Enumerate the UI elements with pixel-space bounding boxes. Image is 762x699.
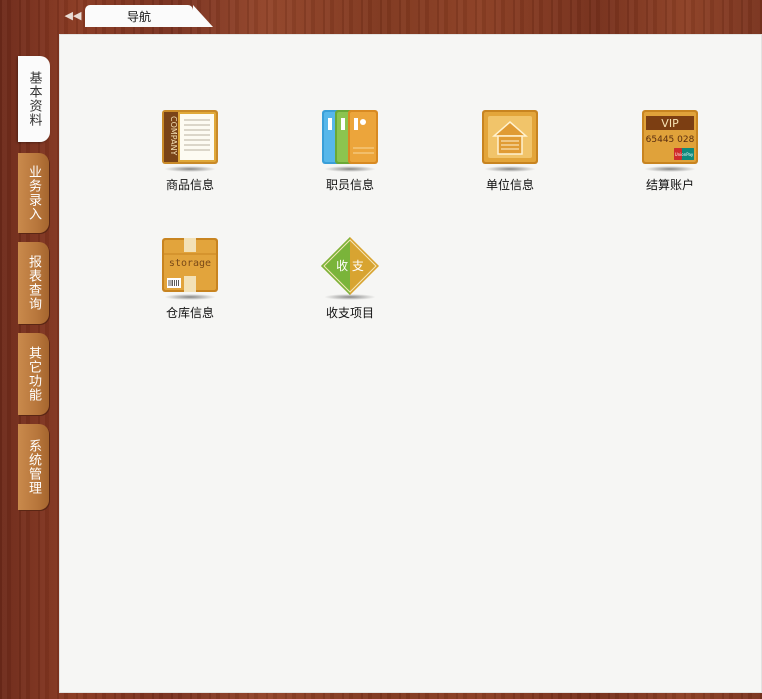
svg-text:65445 028: 65445 028 [646, 135, 695, 145]
svg-text:storage: storage [169, 258, 211, 269]
tile-goods-info[interactable]: COMPANY 商品信息 [140, 108, 240, 193]
tile-label: 收支项目 [325, 306, 374, 320]
side-tab-other-functions[interactable]: 其它功能 [18, 333, 49, 415]
svg-text:VIP: VIP [661, 117, 679, 130]
company-book-icon: COMPANY [162, 110, 218, 164]
svg-text:收 支: 收 支 [336, 259, 364, 273]
tile-label: 职员信息 [325, 178, 374, 192]
storage-box-icon: storage [162, 238, 218, 292]
tile-label: 仓库信息 [165, 306, 214, 320]
side-tab-label: 业务录入 [26, 165, 41, 221]
tile-income-expense[interactable]: 收 支 收支项目 [300, 236, 400, 321]
tile-label: 结算账户 [645, 178, 694, 192]
income-expense-diamond-icon: 收 支 [321, 237, 379, 295]
tab-navigation[interactable]: 导航 [85, 5, 213, 27]
svg-text:COMPANY: COMPANY [169, 116, 178, 156]
staff-cards-icon [322, 110, 378, 164]
vip-card-icon: VIP 65445 028 UnionPay [642, 110, 698, 164]
tile-warehouse-info[interactable]: storage 仓库信息 [140, 236, 240, 321]
side-tab-label: 报表查询 [26, 255, 41, 311]
side-tab-system-management[interactable]: 系统管理 [18, 424, 49, 510]
tile-label: 商品信息 [165, 178, 214, 192]
side-tab-basic-data[interactable]: 基本资料 [18, 56, 50, 142]
side-tab-business-entry[interactable]: 业务录入 [18, 153, 49, 233]
tile-label: 单位信息 [485, 178, 534, 192]
side-tab-label: 基本资料 [26, 71, 42, 127]
side-tab-label: 其它功能 [26, 346, 41, 402]
side-tab-report-query[interactable]: 报表查询 [18, 242, 49, 324]
svg-text:UnionPay: UnionPay [675, 152, 694, 157]
collapse-arrow-icon[interactable]: ◀◀ [64, 8, 82, 24]
tile-staff-info[interactable]: 职员信息 [300, 108, 400, 193]
tile-settlement-account[interactable]: VIP 65445 028 UnionPay 结算账户 [620, 108, 720, 193]
warehouse-unit-icon [482, 110, 538, 164]
tile-grid: COMPANY 商品信息 职员信息 单位信息 VIP 65445 028 Uni… [59, 34, 762, 693]
tile-unit-info[interactable]: 单位信息 [460, 108, 560, 193]
side-tab-label: 系统管理 [26, 439, 41, 495]
